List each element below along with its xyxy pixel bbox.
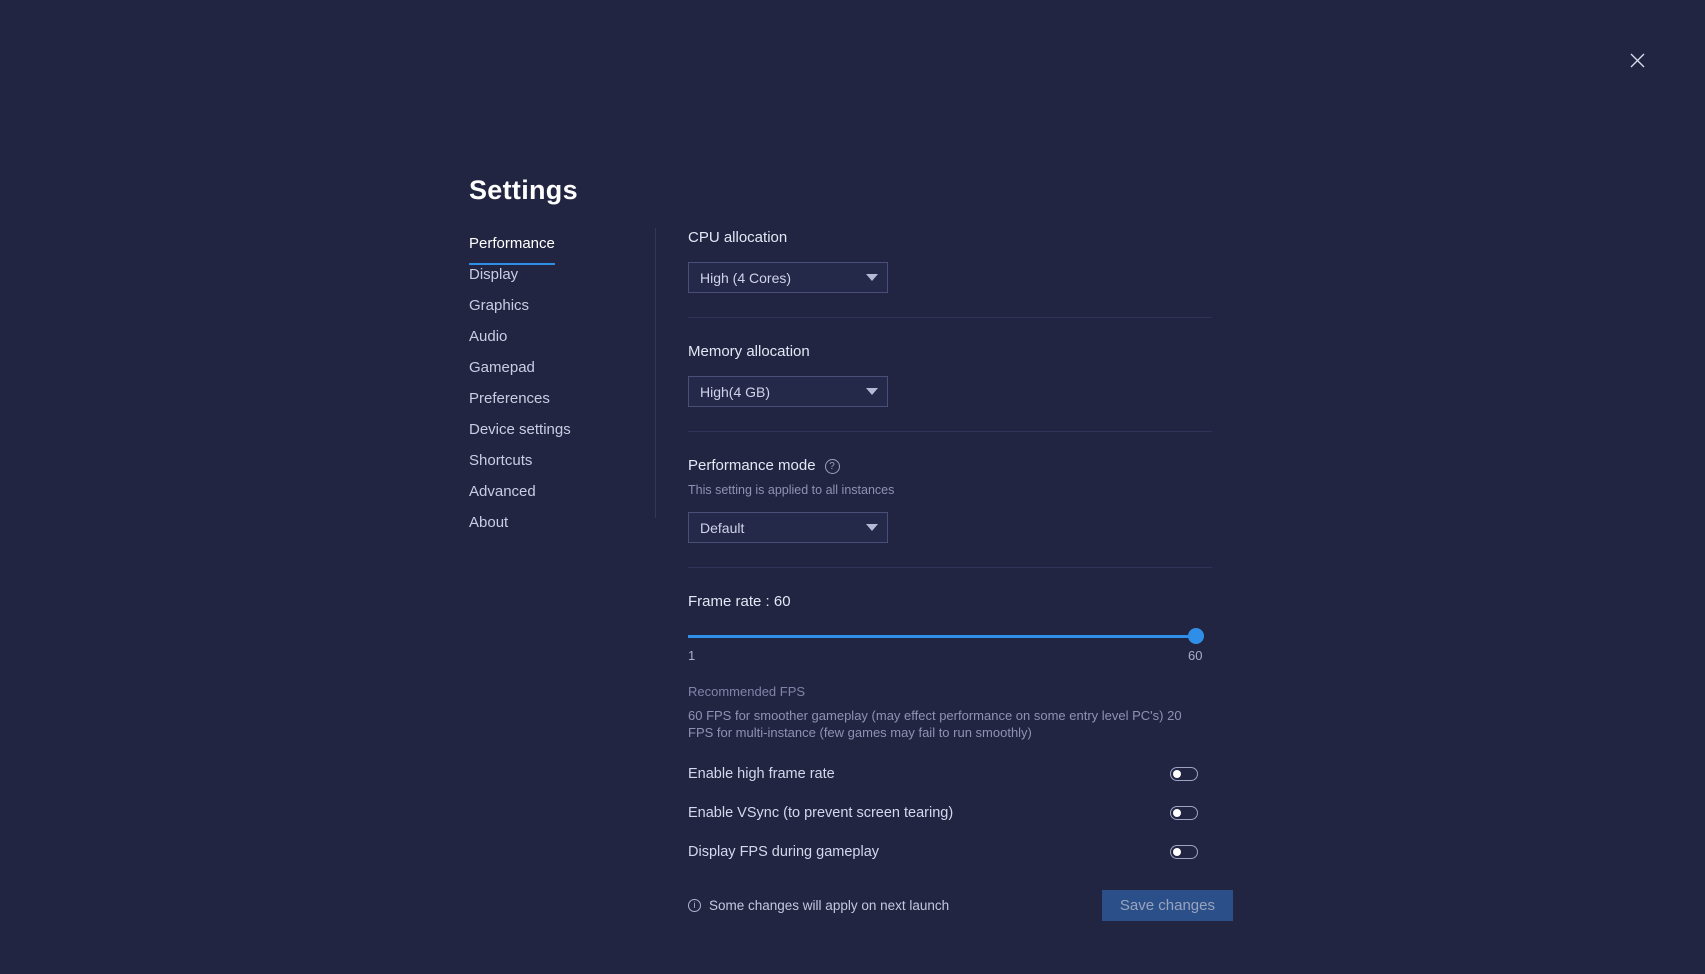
sidebar-item-performance[interactable]: Performance xyxy=(469,234,555,265)
section-divider xyxy=(688,567,1212,568)
toggle-row-high-frame-rate: Enable high frame rate xyxy=(688,760,1198,788)
settings-sidebar: Performance Display Graphics Audio Gamep… xyxy=(469,234,649,544)
section-divider xyxy=(688,317,1212,318)
toggle-vsync[interactable] xyxy=(1170,806,1198,820)
toggle-label: Enable high frame rate xyxy=(688,766,835,782)
toggle-label: Display FPS during gameplay xyxy=(688,844,880,860)
chevron-down-icon xyxy=(866,524,878,531)
sidebar-item-shortcuts[interactable]: Shortcuts xyxy=(469,451,532,482)
cpu-allocation-select[interactable]: High (4 Cores) xyxy=(688,262,888,293)
toggle-high-frame-rate[interactable] xyxy=(1170,767,1198,781)
cpu-allocation-section: CPU allocation High (4 Cores) xyxy=(688,228,1212,293)
sidebar-content-divider xyxy=(655,228,656,518)
toggle-row-display-fps: Display FPS during gameplay xyxy=(688,838,1198,866)
slider-fill xyxy=(688,635,1198,638)
save-changes-button[interactable]: Save changes xyxy=(1101,890,1233,921)
frame-rate-label: Frame rate : 60 xyxy=(688,593,791,610)
sidebar-item-label: Advanced xyxy=(469,483,536,500)
cpu-allocation-label: CPU allocation xyxy=(688,229,788,246)
cpu-allocation-value: High (4 Cores) xyxy=(700,269,792,286)
sidebar-item-label: Gamepad xyxy=(469,359,535,376)
sidebar-item-graphics[interactable]: Graphics xyxy=(469,296,529,327)
sidebar-item-advanced[interactable]: Advanced xyxy=(469,482,536,513)
sidebar-item-audio[interactable]: Audio xyxy=(469,327,507,358)
performance-mode-value: Default xyxy=(700,519,745,536)
sidebar-item-about[interactable]: About xyxy=(469,513,508,544)
memory-allocation-section: Memory allocation High(4 GB) xyxy=(688,342,1212,407)
help-circle-icon[interactable]: ? xyxy=(824,458,840,474)
sidebar-item-label: Device settings xyxy=(469,421,571,438)
toggle-list: Enable high frame rate Enable VSync (to … xyxy=(688,760,1212,866)
settings-footer: i Some changes will apply on next launch… xyxy=(688,890,1233,921)
toggle-display-fps[interactable] xyxy=(1170,845,1198,859)
sidebar-item-display[interactable]: Display xyxy=(469,265,518,296)
frame-rate-section: Frame rate : 60 1 60 Recommended FPS 60 … xyxy=(688,592,1212,741)
recommended-fps-body: 60 FPS for smoother gameplay (may effect… xyxy=(688,708,1182,740)
toggle-knob xyxy=(1173,770,1181,778)
sidebar-item-label: Display xyxy=(469,266,519,283)
sidebar-item-gamepad[interactable]: Gamepad xyxy=(469,358,535,389)
performance-mode-section: Performance mode ? This setting is appli… xyxy=(688,456,1212,543)
frame-rate-slider[interactable] xyxy=(688,628,1204,644)
settings-content: CPU allocation High (4 Cores) Memory all… xyxy=(688,228,1233,921)
performance-mode-label: Performance mode xyxy=(688,457,816,474)
sidebar-item-label: Graphics xyxy=(469,297,530,314)
toggle-knob xyxy=(1173,848,1181,856)
sidebar-item-label: Shortcuts xyxy=(469,452,533,469)
sidebar-item-label: About xyxy=(469,514,509,531)
section-divider xyxy=(688,431,1212,432)
memory-allocation-label: Memory allocation xyxy=(688,343,810,360)
sidebar-item-preferences[interactable]: Preferences xyxy=(469,389,550,420)
slider-scale: 1 60 xyxy=(688,648,1202,666)
chevron-down-icon xyxy=(866,274,878,281)
performance-mode-sublabel: This setting is applied to all instances xyxy=(688,483,895,497)
toggle-label: Enable VSync (to prevent screen tearing) xyxy=(688,805,954,821)
recommended-fps-title: Recommended FPS xyxy=(688,684,806,699)
info-icon: i xyxy=(688,899,701,912)
slider-min-label: 1 xyxy=(688,648,696,663)
memory-allocation-select[interactable]: High(4 GB) xyxy=(688,376,888,407)
next-launch-note-text: Some changes will apply on next launch xyxy=(709,898,950,913)
performance-mode-select[interactable]: Default xyxy=(688,512,888,543)
sidebar-item-label: Audio xyxy=(469,328,508,345)
memory-allocation-value: High(4 GB) xyxy=(700,383,771,400)
toggle-row-vsync: Enable VSync (to prevent screen tearing) xyxy=(688,799,1198,827)
sidebar-item-device-settings[interactable]: Device settings xyxy=(469,420,571,451)
slider-max-label: 60 xyxy=(1188,648,1203,663)
close-icon[interactable] xyxy=(1625,48,1649,72)
settings-window: Settings Performance Display Graphics Au… xyxy=(0,0,1705,974)
next-launch-note: i Some changes will apply on next launch xyxy=(688,898,949,913)
toggle-knob xyxy=(1173,809,1181,817)
sidebar-item-label: Preferences xyxy=(469,390,550,407)
chevron-down-icon xyxy=(866,388,878,395)
slider-thumb[interactable] xyxy=(1188,628,1204,644)
sidebar-item-label: Performance xyxy=(469,235,555,252)
page-title: Settings xyxy=(469,175,578,205)
